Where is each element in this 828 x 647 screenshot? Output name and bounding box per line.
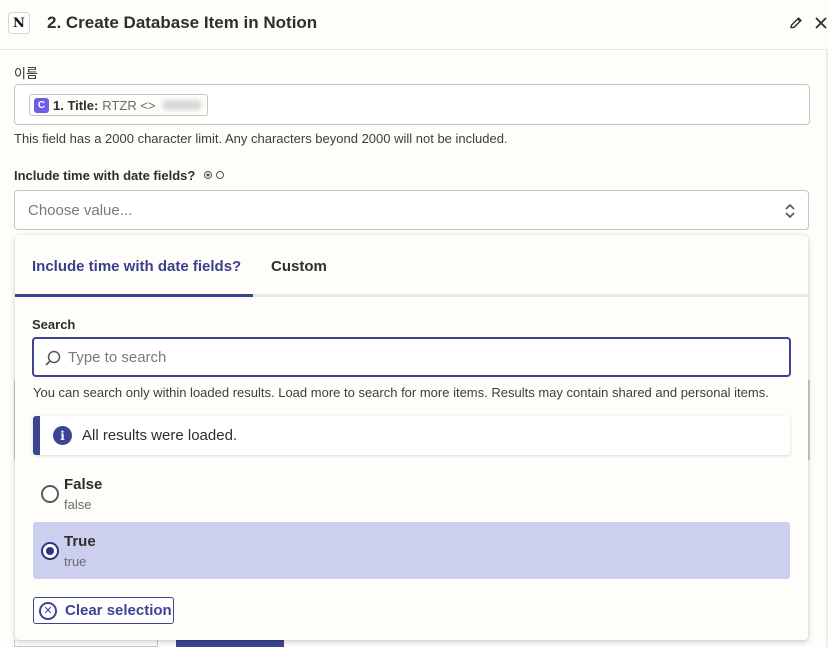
page-title: 2. Create Database Item in Notion	[47, 13, 318, 32]
option-false[interactable]: False false	[33, 465, 790, 522]
background-field-border	[808, 380, 810, 460]
tab-include-time[interactable]: Include time with date fields?	[32, 258, 241, 275]
active-tab-indicator	[15, 294, 253, 297]
name-field-label: 이름	[14, 66, 38, 81]
clear-x-circle-icon: ✕	[39, 601, 57, 620]
option-title: True	[64, 533, 96, 550]
search-help-text: You can search only within loaded result…	[33, 385, 769, 400]
close-icon[interactable]	[814, 15, 828, 31]
notion-app-icon: N	[8, 12, 30, 34]
mapped-field-pill[interactable]: C 1. Title: RTZR <>	[29, 94, 208, 116]
search-label: Search	[32, 317, 76, 332]
radio-checked-icon[interactable]	[41, 542, 59, 560]
name-field-input[interactable]: C 1. Title: RTZR <>	[14, 84, 810, 125]
radio-dot	[46, 547, 54, 555]
dropdown-tabs: Include time with date fields? Custom	[15, 235, 808, 297]
clear-selection-button[interactable]: ✕ Clear selection	[33, 597, 174, 624]
notion-logo-letter: N	[13, 15, 25, 31]
option-value: true	[64, 554, 87, 569]
step-app-icon: C	[34, 97, 49, 113]
info-text: All results were loaded.	[82, 427, 238, 444]
option-true[interactable]: True true	[33, 522, 790, 579]
clear-selection-label: Clear selection	[65, 602, 172, 619]
select-placeholder: Choose value...	[28, 202, 133, 219]
search-icon	[44, 349, 62, 367]
radio-unchecked-icon[interactable]	[41, 485, 59, 503]
tab-custom[interactable]: Custom	[271, 258, 327, 275]
redacted-value	[161, 100, 202, 110]
step-header: N 2. Create Database Item in Notion	[0, 0, 828, 50]
option-value: false	[64, 497, 92, 512]
edit-pencil-icon[interactable]	[788, 15, 804, 31]
name-field-helper: This field has a 2000 character limit. A…	[14, 131, 508, 146]
pill-value: RTZR <>	[102, 97, 156, 113]
required-radio-icons	[203, 168, 225, 183]
info-icon: i	[53, 426, 72, 445]
time-field-select[interactable]: Choose value...	[14, 190, 809, 230]
pill-step-label: 1. Title:	[53, 97, 99, 113]
search-field[interactable]	[32, 337, 791, 377]
time-field-label: Include time with date fields?	[14, 168, 225, 183]
dropdown-panel: Include time with date fields? Custom Se…	[15, 235, 808, 640]
info-banner: i All results were loaded.	[33, 416, 790, 455]
option-title: False	[64, 476, 103, 493]
background-button	[14, 640, 158, 647]
time-field-label-text: Include time with date fields?	[14, 168, 196, 183]
background-primary-button	[176, 640, 284, 647]
search-input[interactable]	[68, 339, 768, 375]
chevron-updown-icon	[784, 202, 796, 220]
